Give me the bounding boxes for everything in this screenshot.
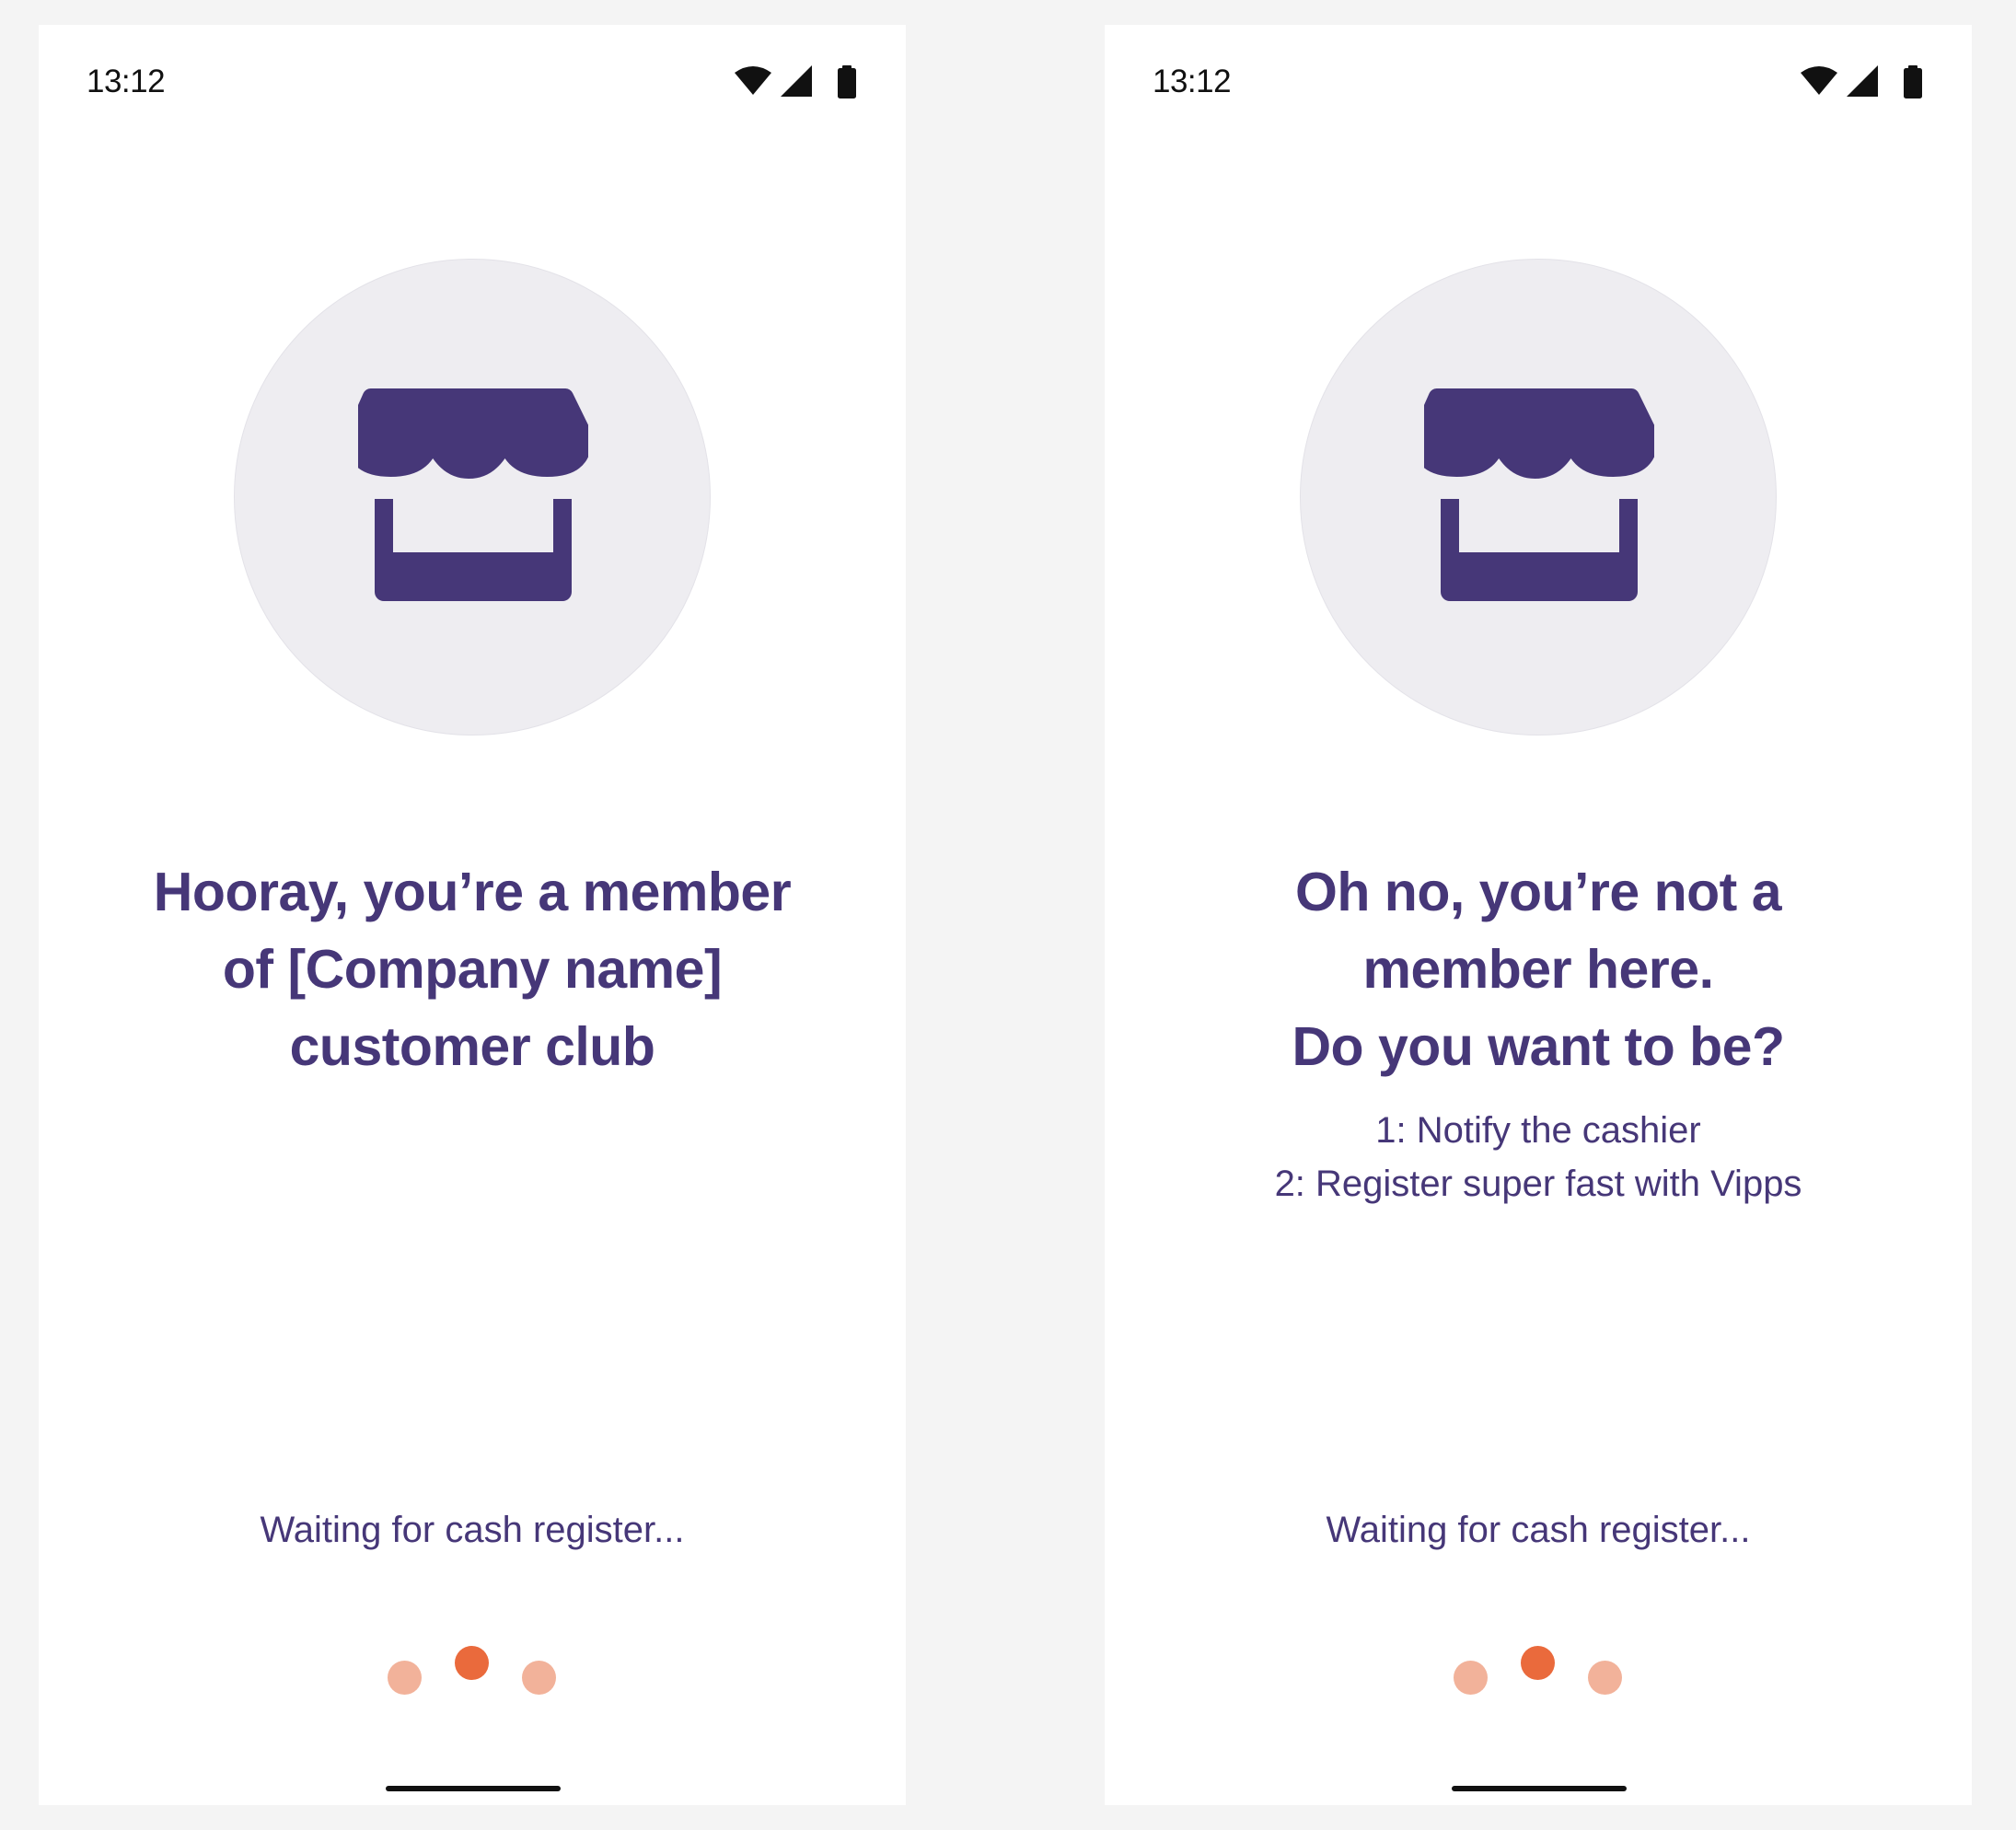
wifi-icon bbox=[1801, 66, 1837, 95]
signup-steps: 1: Notify the cashier 2: Register super … bbox=[1141, 1104, 1935, 1210]
loading-dot-active bbox=[1521, 1646, 1555, 1680]
storefront-icon bbox=[1424, 388, 1654, 601]
waiting-status-text: Waiting for cash register... bbox=[1326, 1510, 1751, 1550]
battery-icon bbox=[838, 65, 856, 98]
step-notify-cashier: 1: Notify the cashier bbox=[1375, 1110, 1701, 1151]
loading-dot-active bbox=[455, 1646, 489, 1680]
headline-line: of [Company name] bbox=[222, 939, 723, 1000]
loading-dot bbox=[388, 1661, 422, 1695]
headline-line: member here. bbox=[1362, 939, 1714, 1000]
store-illustration bbox=[1300, 259, 1777, 735]
membership-headline: Hooray, you’re a member of [Company name… bbox=[75, 853, 869, 1085]
headline-line: Oh no, you’re not a bbox=[1294, 862, 1782, 922]
headline-line: Do you want to be? bbox=[1292, 1016, 1785, 1077]
store-illustration bbox=[234, 259, 711, 735]
cellular-signal-icon bbox=[781, 65, 812, 97]
battery-icon bbox=[1904, 65, 1922, 98]
loading-dot bbox=[1588, 1661, 1622, 1695]
status-bar-icons bbox=[1801, 65, 1924, 98]
cellular-signal-icon bbox=[1847, 65, 1878, 97]
home-gesture-bar[interactable] bbox=[386, 1786, 561, 1791]
loading-dot bbox=[1454, 1661, 1488, 1695]
headline-line: Hooray, you’re a member bbox=[153, 862, 792, 922]
status-bar-time: 13:12 bbox=[1153, 64, 1232, 99]
phone-screen-not-member: 13:12 Oh no, you’re not a member here. D… bbox=[1105, 25, 1972, 1805]
membership-headline: Oh no, you’re not a member here. Do you … bbox=[1141, 853, 1935, 1085]
step-register-vipps: 2: Register super fast with Vipps bbox=[1274, 1164, 1802, 1204]
waiting-status-text: Waiting for cash register... bbox=[260, 1510, 685, 1550]
wifi-icon bbox=[735, 66, 771, 95]
status-bar-icons bbox=[735, 65, 858, 98]
status-bar-time: 13:12 bbox=[87, 64, 166, 99]
phone-screen-member: 13:12 Hooray, you’re a member of [Compan… bbox=[39, 25, 906, 1805]
headline-line: customer club bbox=[289, 1016, 655, 1077]
storefront-icon bbox=[358, 388, 588, 601]
home-gesture-bar[interactable] bbox=[1452, 1786, 1627, 1791]
loading-dot bbox=[522, 1661, 556, 1695]
